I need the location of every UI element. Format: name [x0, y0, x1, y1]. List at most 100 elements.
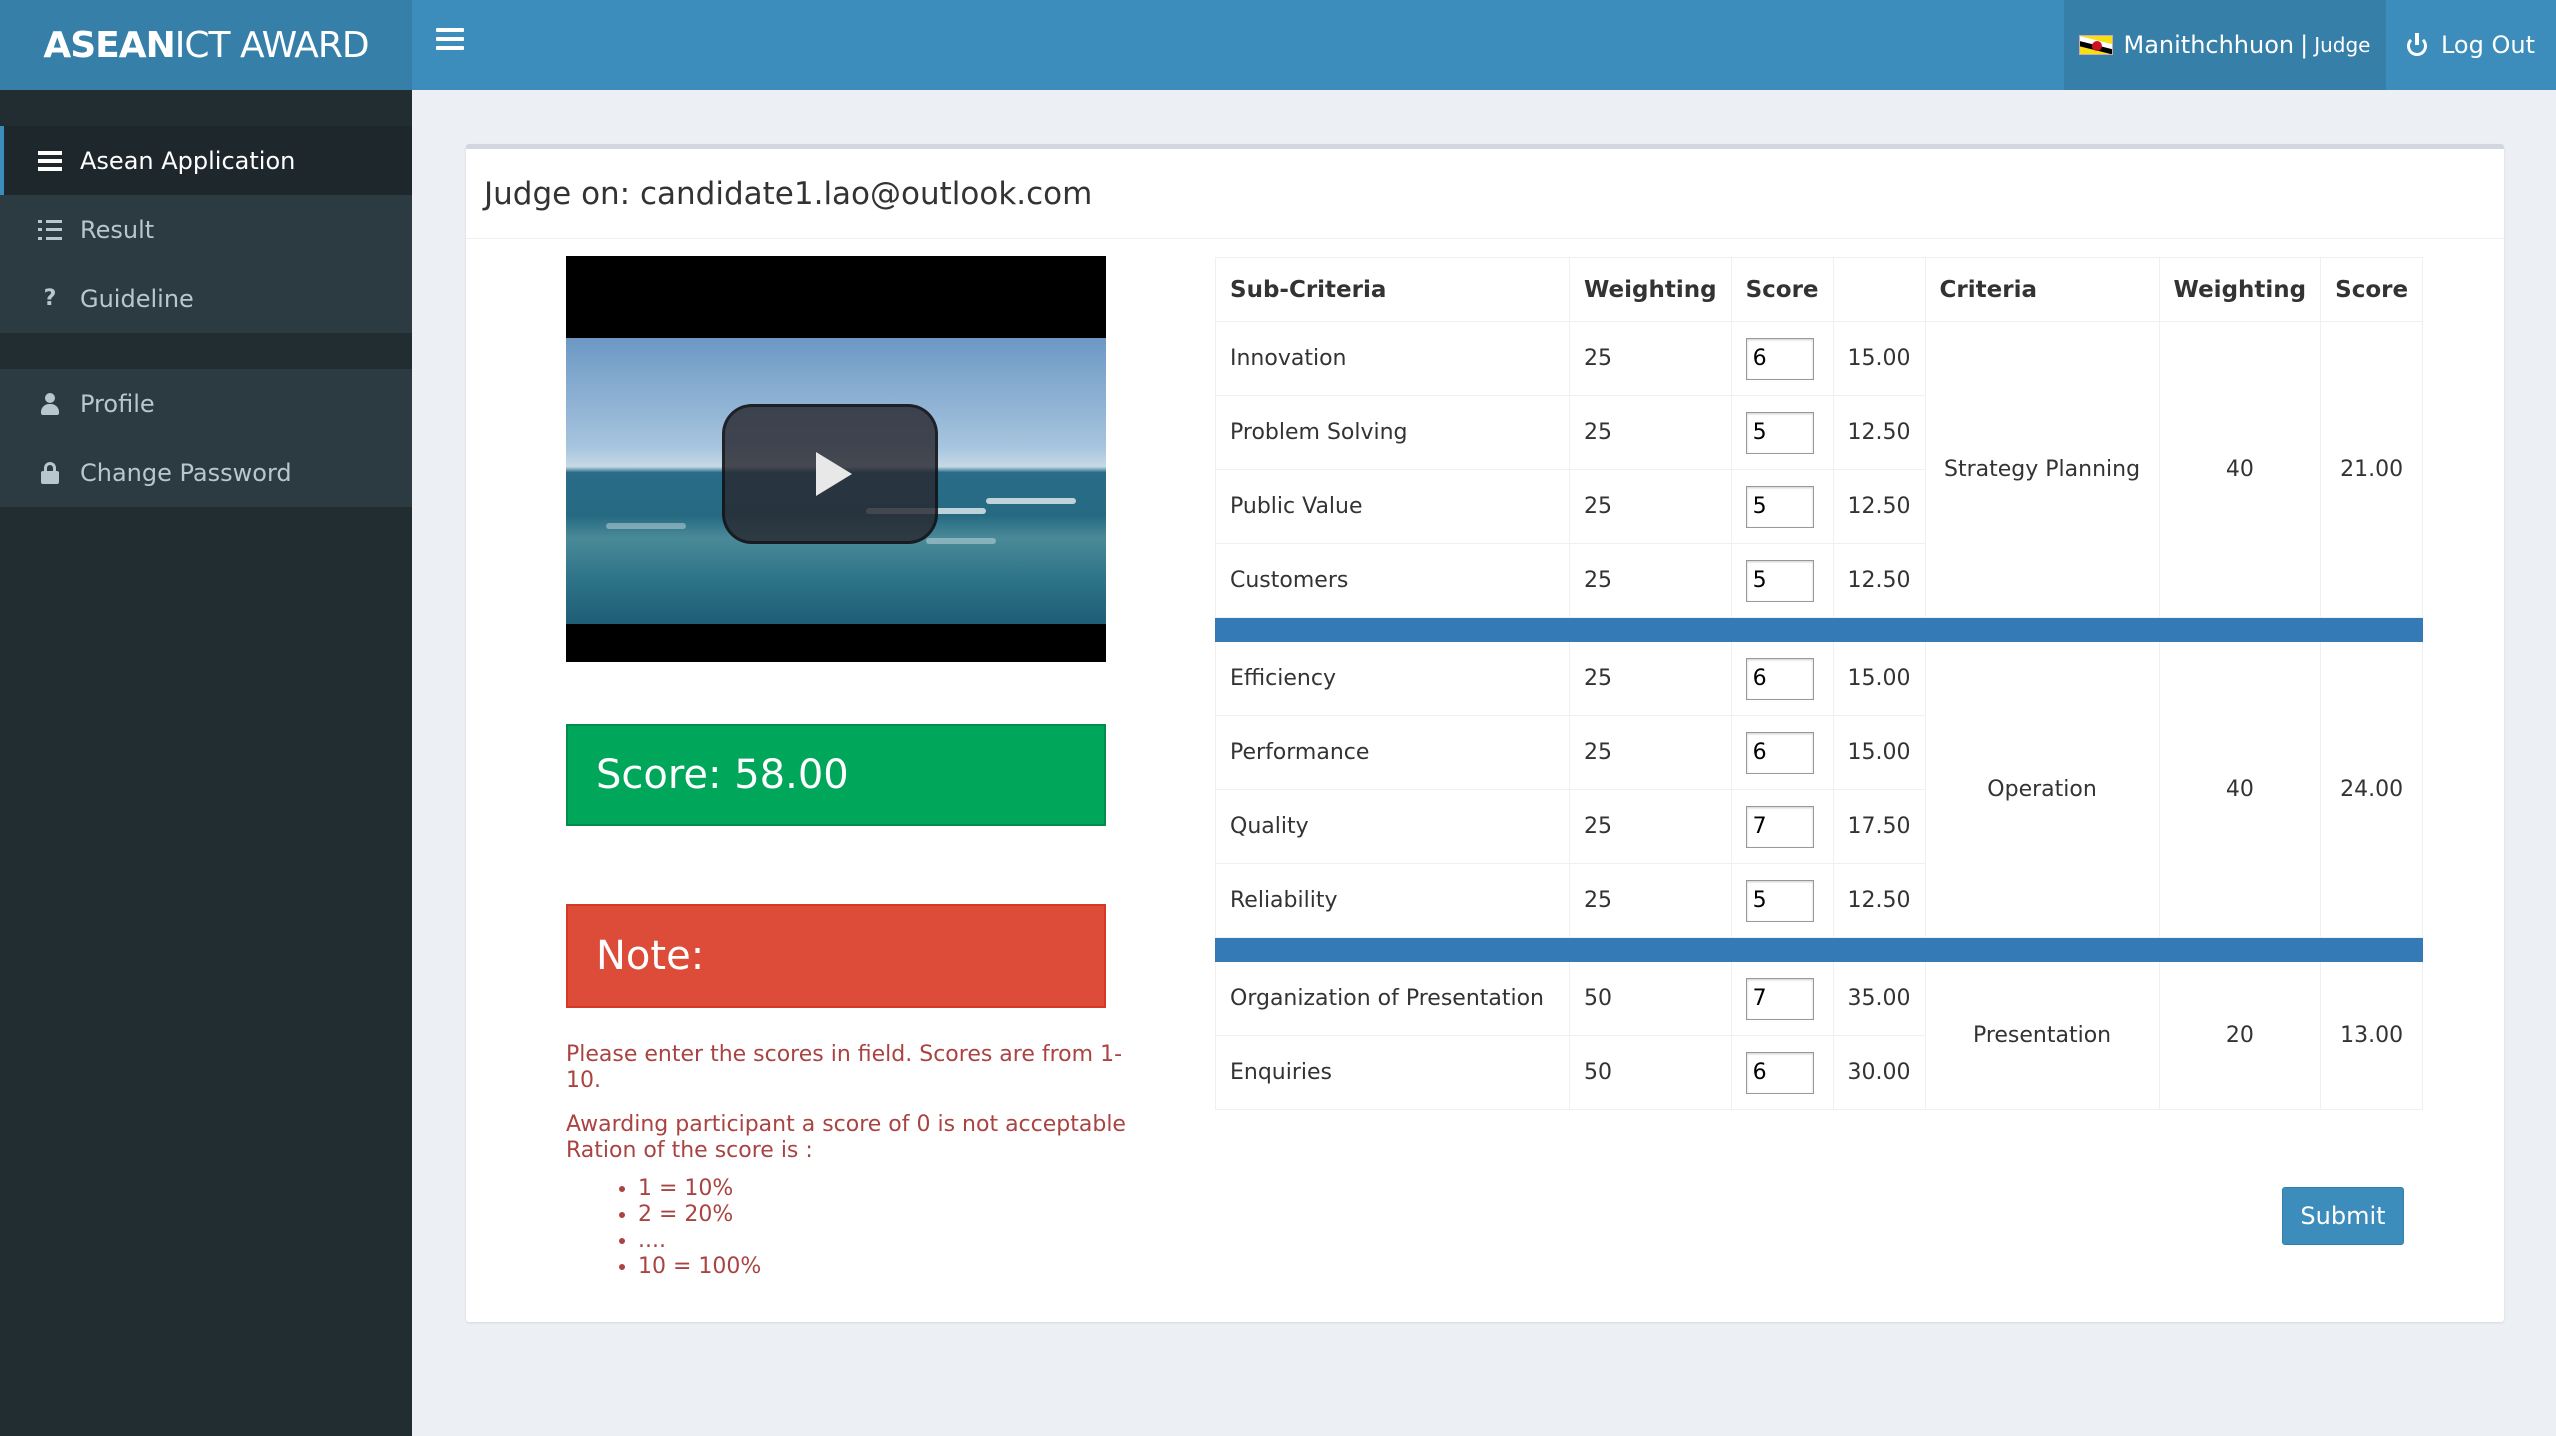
- sub-criteria-name: Problem Solving: [1215, 395, 1570, 470]
- instruction-line: Ration of the score is :: [566, 1138, 813, 1163]
- judge-panel: Judge on: candidate1.lao@outlook.com Sco…: [466, 144, 2504, 1322]
- table-row: Organization of Presentation 50 35.00 Pr…: [1215, 961, 2424, 1110]
- sidebar: Asean Application Result ? Guideline Pro…: [0, 90, 412, 1436]
- sidebar-item-label: Change Password: [80, 458, 292, 487]
- ratio-item: 10 = 100%: [638, 1254, 1126, 1280]
- score-input[interactable]: [1745, 411, 1814, 454]
- sub-criteria-name: Reliability: [1215, 863, 1570, 938]
- sidebar-item-change-password[interactable]: Change Password: [0, 438, 412, 507]
- sub-criteria-name: Efficiency: [1215, 641, 1570, 716]
- calculated-score: 12.50: [1832, 543, 1926, 618]
- calculated-score: 17.50: [1832, 789, 1926, 864]
- group-separator: [1214, 617, 2424, 642]
- lock-icon: [36, 461, 64, 484]
- sub-criteria-weight: 25: [1569, 715, 1732, 790]
- calculated-score: 30.00: [1832, 1035, 1926, 1110]
- ratio-item: ....: [638, 1228, 1126, 1254]
- col-sub-criteria: Sub-Criteria: [1215, 257, 1570, 322]
- criteria-score: 13.00: [2320, 961, 2424, 1110]
- sidebar-item-label: Profile: [80, 389, 155, 418]
- sub-criteria-name: Enquiries: [1215, 1035, 1570, 1110]
- sidebar-item-asean-application[interactable]: Asean Application: [0, 126, 412, 195]
- criteria-score: 21.00: [2320, 321, 2424, 618]
- submit-button[interactable]: Submit: [2282, 1187, 2404, 1245]
- col-weighting: Weighting: [1569, 257, 1732, 322]
- play-icon: [816, 452, 852, 496]
- sidebar-item-label: Guideline: [80, 284, 194, 313]
- calculated-score: 12.50: [1832, 469, 1926, 544]
- sub-criteria-name: Innovation: [1215, 321, 1570, 396]
- col-score: Score: [1730, 257, 1834, 322]
- table-row: Efficiency 25 15.00 Operation 40 24.00: [1215, 641, 2424, 938]
- sidebar-item-profile[interactable]: Profile: [0, 369, 412, 438]
- power-icon: [2406, 33, 2429, 56]
- sub-criteria-weight: 25: [1569, 863, 1732, 938]
- page-title: Judge on: candidate1.lao@outlook.com: [466, 149, 2504, 239]
- criteria-name: Presentation: [1924, 961, 2160, 1110]
- play-button[interactable]: [722, 404, 938, 544]
- sub-criteria-weight: 25: [1569, 543, 1732, 618]
- logout-button[interactable]: Log Out: [2386, 0, 2556, 90]
- score-input[interactable]: [1745, 731, 1814, 774]
- calculated-score: 12.50: [1832, 863, 1926, 938]
- top-navbar: ASEAN ICT AWARD Manithchhuon | Judge Log …: [0, 0, 2556, 90]
- sub-criteria-name: Quality: [1215, 789, 1570, 864]
- sidebar-item-label: Result: [80, 215, 155, 244]
- app-logo[interactable]: ASEAN ICT AWARD: [0, 0, 412, 90]
- criteria-score: 24.00: [2320, 641, 2424, 938]
- score-input[interactable]: [1745, 559, 1814, 602]
- criteria-weighting: 40: [2158, 641, 2322, 938]
- sub-criteria-weight: 25: [1569, 395, 1732, 470]
- sub-criteria-weight: 25: [1569, 641, 1732, 716]
- score-input[interactable]: [1745, 1051, 1814, 1094]
- sub-criteria-weight: 50: [1569, 1035, 1732, 1110]
- criteria-name: Operation: [1924, 641, 2160, 938]
- group-separator: [1214, 937, 2424, 962]
- question-icon: ?: [43, 286, 57, 311]
- flag-icon: [2079, 35, 2114, 55]
- sidebar-item-guideline[interactable]: ? Guideline: [0, 264, 412, 333]
- score-input[interactable]: [1745, 977, 1814, 1020]
- user-icon: [36, 392, 64, 415]
- logout-label: Log Out: [2440, 31, 2535, 59]
- calculated-score: 15.00: [1832, 641, 1926, 716]
- ratio-item: 2 = 20%: [638, 1202, 1126, 1228]
- score-input[interactable]: [1745, 657, 1814, 700]
- score-input[interactable]: [1745, 805, 1814, 848]
- user-name: Manithchhuon: [2123, 31, 2295, 59]
- user-separator: |: [2300, 31, 2309, 59]
- sub-criteria-name: Organization of Presentation: [1215, 961, 1570, 1036]
- sub-criteria-weight: 25: [1569, 321, 1732, 396]
- table-row: Innovation 25 15.00 Strategy Planning 40…: [1215, 321, 2424, 618]
- sub-criteria-name: Performance: [1215, 715, 1570, 790]
- sub-criteria-weight: 25: [1569, 789, 1732, 864]
- scores-table: Sub-Criteria Weighting Score Criteria We…: [1214, 257, 2424, 1110]
- calculated-score: 15.00: [1832, 715, 1926, 790]
- note-box: Note:: [566, 904, 1106, 1008]
- video-player[interactable]: [566, 256, 1106, 662]
- score-input[interactable]: [1745, 485, 1814, 528]
- sidebar-menu-account: Profile Change Password: [0, 369, 412, 507]
- ratio-item: 1 = 10%: [638, 1176, 1126, 1202]
- sidebar-item-result[interactable]: Result: [0, 195, 412, 264]
- criteria-weighting: 40: [2158, 321, 2322, 618]
- col-criteria-weighting: Weighting: [2158, 257, 2322, 322]
- score-input[interactable]: [1745, 337, 1814, 380]
- instruction-line: Awarding participant a score of 0 is not…: [566, 1112, 1126, 1137]
- logo-bold-text: ASEAN: [43, 24, 175, 66]
- col-criteria-score: Score: [2320, 257, 2424, 322]
- sub-criteria-weight: 50: [1569, 961, 1732, 1036]
- col-calc: [1832, 257, 1926, 322]
- calculated-score: 15.00: [1832, 321, 1926, 396]
- logo-thin-text: ICT AWARD: [174, 24, 370, 66]
- instruction-line: Please enter the scores in field. Scores…: [566, 1042, 1123, 1093]
- instructions: Please enter the scores in field. Scores…: [566, 1042, 1126, 1280]
- ratio-list: 1 = 10% 2 = 20% .... 10 = 100%: [638, 1176, 1126, 1280]
- sidebar-toggle-icon[interactable]: [436, 28, 464, 56]
- col-criteria: Criteria: [1924, 257, 2160, 322]
- user-menu[interactable]: Manithchhuon | Judge: [2064, 0, 2386, 90]
- score-input[interactable]: [1745, 879, 1814, 922]
- total-score-box: Score: 58.00: [566, 724, 1106, 826]
- sub-criteria-name: Public Value: [1215, 469, 1570, 544]
- criteria-name: Strategy Planning: [1924, 321, 2160, 618]
